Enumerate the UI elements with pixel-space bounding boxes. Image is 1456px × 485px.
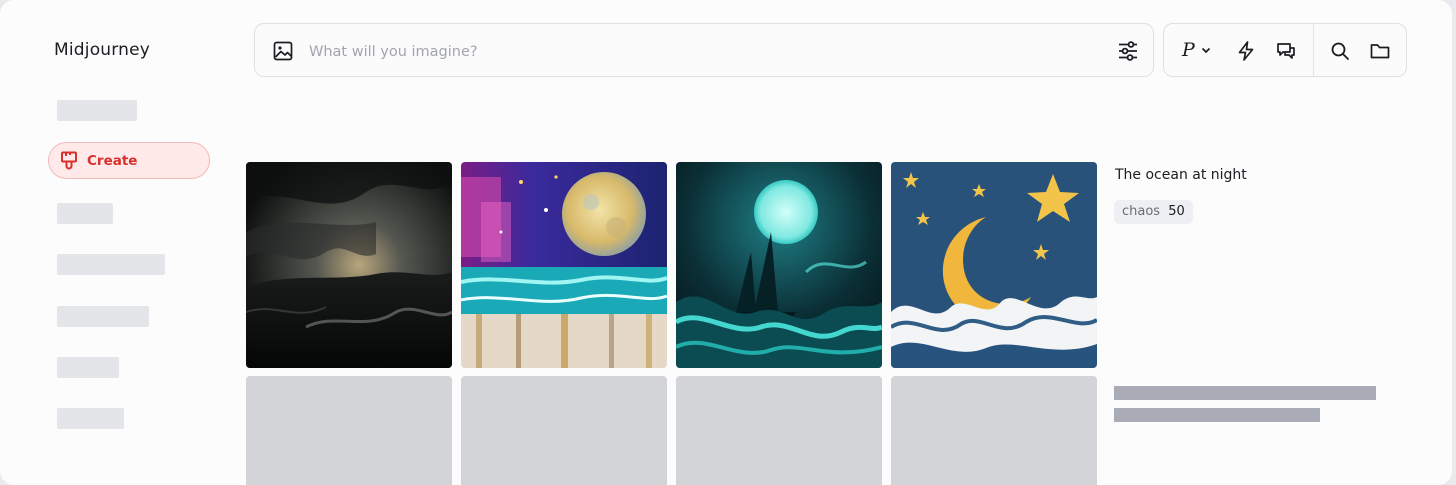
sidebar-item-placeholder [57, 254, 165, 275]
toolbar: P [1163, 23, 1407, 77]
chat-bubbles-icon[interactable] [1275, 40, 1297, 62]
paintbrush-icon [61, 151, 77, 170]
settings-sliders-icon[interactable] [1117, 40, 1139, 62]
ghost-ship-moon-image[interactable] [676, 162, 882, 368]
toolbar-divider [1313, 24, 1314, 76]
prompt-text[interactable]: The ocean at night [1115, 167, 1247, 183]
personalize-label: P [1182, 39, 1195, 61]
parameter-chip: chaos 50 [1114, 200, 1193, 224]
lightning-icon[interactable] [1235, 40, 1257, 62]
sidebar-item-placeholder [57, 100, 137, 121]
parameter-name: chaos [1122, 204, 1161, 219]
sidebar-item-placeholder [57, 203, 113, 224]
image-placeholder [891, 376, 1097, 485]
chevron-down-icon [1201, 47, 1210, 53]
image-placeholder [676, 376, 882, 485]
image-upload-icon[interactable] [273, 41, 293, 61]
prompt-bar [254, 23, 1154, 77]
image-placeholder [246, 376, 452, 485]
app-logo[interactable]: Midjourney [54, 40, 150, 60]
folder-icon[interactable] [1369, 40, 1391, 62]
image-placeholder [461, 376, 667, 485]
sidebar-item-create[interactable]: Create [48, 142, 210, 179]
prompt-input[interactable] [307, 38, 1091, 66]
sidebar-item-placeholder [57, 306, 149, 327]
prompt-text-placeholder [1114, 386, 1376, 400]
moon-over-sea-painting-image[interactable] [461, 162, 667, 368]
sidebar-item-placeholder [57, 408, 124, 429]
prompt-text-placeholder [1114, 408, 1320, 422]
stormy-ocean-image[interactable] [246, 162, 452, 368]
sidebar-item-label: Create [87, 153, 138, 169]
sidebar-item-placeholder [57, 357, 119, 378]
app-window: Midjourney Create What will you imagine?… [0, 0, 1452, 485]
parameter-value: 50 [1168, 204, 1185, 219]
crescent-moon-waves-image[interactable] [891, 162, 1097, 368]
search-icon[interactable] [1329, 40, 1351, 62]
personalize-dropdown[interactable]: P [1182, 38, 1211, 62]
